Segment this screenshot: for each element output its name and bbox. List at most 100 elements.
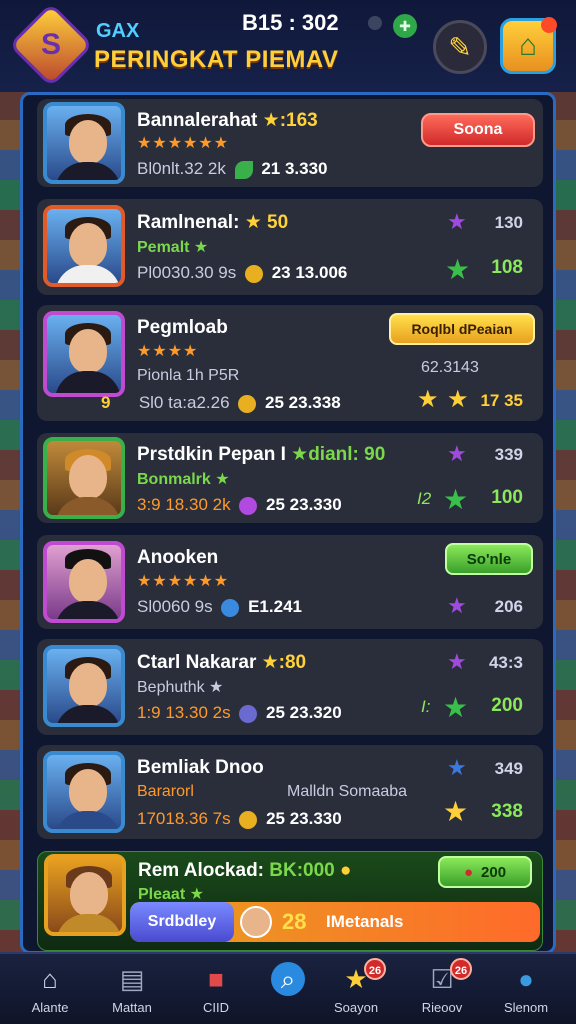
nav-missions[interactable]: ▤ Mattan: [92, 962, 172, 1022]
stat-left: Bl0nlt.32 2k: [137, 159, 226, 178]
page-title: PERINGKAT PIEMAV: [94, 46, 339, 73]
coin-icon: [239, 810, 258, 829]
leaderboard-row[interactable]: Bannalerahat ★:163 ★★★★★★ Bl0nlt.32 2k 2…: [37, 99, 543, 187]
nav-shop[interactable]: ■ CIID: [176, 962, 256, 1022]
avatar-body: [55, 497, 121, 515]
leaderboard-row[interactable]: Ctarl Nakarar ★:80 Bephuthk ★ 1:9 13.30 …: [37, 639, 543, 735]
score-button[interactable]: ● 200: [438, 856, 532, 888]
green-star-icon: ★: [443, 692, 469, 723]
nav-profile[interactable]: ● Slenom: [486, 962, 566, 1022]
player-name: Pegmloab: [137, 317, 228, 338]
globe-icon: [221, 598, 240, 617]
current-user-row[interactable]: Rem Alockad: BK:000 ● Pleaat ★ ● 200 Srdb…: [37, 851, 543, 951]
leaderboard-row[interactable]: Prstdkin Pepan I ★dianl: 90 Bonmalrk ★ 3…: [37, 433, 543, 523]
mid-value: 62.3143: [421, 359, 479, 376]
leaderboard-panel[interactable]: Bannalerahat ★:163 ★★★★★★ Bl0nlt.32 2k 2…: [20, 92, 556, 954]
player-name-text: Bannalerahat: [137, 110, 258, 131]
signal-icon: ✚: [393, 14, 417, 38]
notification-dot: [541, 17, 557, 33]
green-star-icon: ★: [445, 254, 471, 285]
nav-label: Rieoov: [421, 1000, 463, 1015]
person-icon: ●: [518, 964, 534, 994]
avatar-face: [69, 769, 107, 813]
logo-icon: S: [40, 28, 61, 61]
player-name: Bemliak Dnoo: [137, 757, 264, 778]
home-icon: ⌂: [518, 29, 538, 62]
clipboard-icon: ▤: [119, 964, 145, 994]
nav-badge: 26: [450, 958, 472, 980]
player-avatar[interactable]: [43, 311, 125, 397]
clock: B15 : 302: [242, 10, 339, 35]
avatar-face: [69, 223, 107, 267]
leaderboard-row[interactable]: Bemliak Dnoo Bararorl Malldn Somaaba 170…: [37, 745, 543, 839]
avatar-body: [55, 265, 121, 283]
player-subtitle: Pionla 1h P5R: [137, 367, 240, 384]
top-value: 43:3: [488, 653, 523, 672]
star-rating: ★★★★★★: [137, 573, 230, 590]
nav-label: Slenom: [503, 1000, 549, 1015]
player-stats: Pl0030.30 9s 23 13.006: [137, 263, 347, 283]
player-avatar[interactable]: [44, 854, 126, 936]
stat-right: 25 23.330: [266, 809, 342, 828]
player-avatar[interactable]: [43, 205, 125, 287]
player-stats: 1:9 13.30 2s 25 23.320: [137, 703, 342, 723]
avatar-body: [55, 162, 121, 180]
app-logo[interactable]: S: [12, 6, 90, 84]
player-avatar[interactable]: [43, 541, 125, 623]
player-avatar[interactable]: [43, 102, 125, 184]
my-rank-tag[interactable]: Srdbdley: [130, 902, 234, 942]
player-points: BK:000: [269, 860, 335, 881]
top-value: 130: [494, 213, 523, 232]
status-dot-icon: [368, 16, 382, 30]
action-button[interactable]: So'nle: [445, 543, 533, 575]
action-button[interactable]: Soona: [421, 113, 535, 147]
my-rank-bar[interactable]: Srdbdley 28 IMetanals: [130, 902, 540, 942]
stat-left: Sl0060 9s: [137, 597, 213, 616]
player-name: Anooken: [137, 547, 219, 568]
player-name-text: Rem Alockad:: [138, 860, 264, 881]
player-avatar[interactable]: [43, 645, 125, 727]
player-subtitle: Bonmalrk ★: [137, 471, 230, 488]
player-name: Prstdkin Pepan I ★dianl: 90: [137, 443, 385, 466]
avatar-face: [69, 455, 107, 499]
player-points: ★dianl: 90: [291, 444, 386, 465]
coin-icon: ●: [340, 860, 352, 881]
stat-left: Pl0030.30 9s: [137, 263, 237, 282]
nav-season[interactable]: ★ Soayon 26: [316, 958, 396, 1022]
stat-right: 21 3.330: [261, 159, 328, 178]
player-stats: Sl0060 9s E1.241: [137, 597, 302, 617]
coin-icon: [238, 394, 257, 413]
top-value: 349: [494, 759, 523, 778]
bottom-nav: ⌂ Alante ▤ Mattan ■ CIID ⌕ ★ Soayon 26 ☑…: [0, 952, 576, 1024]
leaf-icon: [234, 160, 253, 179]
player-avatar[interactable]: [43, 751, 125, 833]
nav-label: Mattan: [112, 1000, 152, 1015]
home-icon: ⌂: [42, 964, 58, 994]
avatar-body: [56, 914, 122, 932]
home-button[interactable]: ⌂: [500, 17, 557, 74]
nav-label: Alante: [31, 1000, 69, 1015]
leaderboard-row[interactable]: Anooken ★★★★★★ Sl0060 9s E1.241 So'nle ★…: [37, 535, 543, 629]
player-name-text: Ctarl Nakarar: [137, 652, 257, 673]
leaderboard-row[interactable]: Ramlnenal: ★ 50 Pemalt ★ Pl0030.30 9s 23…: [37, 199, 543, 295]
trophy-button[interactable]: ✎: [433, 20, 487, 74]
purple-star-icon: ★: [447, 649, 467, 674]
player-points: ★:163: [262, 110, 318, 131]
bottom-value: 100: [491, 487, 523, 508]
leaderboard-row[interactable]: Pegmloab ★★★★ Pionla 1h P5R 9 Sl0 ta:a2.…: [37, 305, 543, 421]
coin-icon: [244, 264, 263, 283]
stat-right: E1.241: [248, 597, 302, 616]
star-rating: ★★★★★★: [137, 135, 230, 152]
nav-badge: 26: [364, 958, 386, 980]
nav-home[interactable]: ⌂ Alante: [10, 962, 90, 1022]
nav-review[interactable]: ☑ Rieoov 26: [402, 958, 482, 1022]
stat-right: 25 23.320: [266, 703, 342, 722]
player-avatar[interactable]: [43, 437, 125, 519]
player-stats: Bl0nlt.32 2k 21 3.330: [137, 159, 328, 179]
player-name: Ctarl Nakarar ★:80: [137, 651, 306, 674]
player-name: Rem Alockad: BK:000 ●: [138, 860, 352, 882]
action-button[interactable]: Roqlbl dPeaian: [389, 313, 535, 345]
extra-label: Malldn Somaaba: [287, 783, 408, 800]
stat-left: 3:9 18.30 2k: [137, 495, 231, 514]
purple-star-icon: ★: [447, 209, 467, 234]
